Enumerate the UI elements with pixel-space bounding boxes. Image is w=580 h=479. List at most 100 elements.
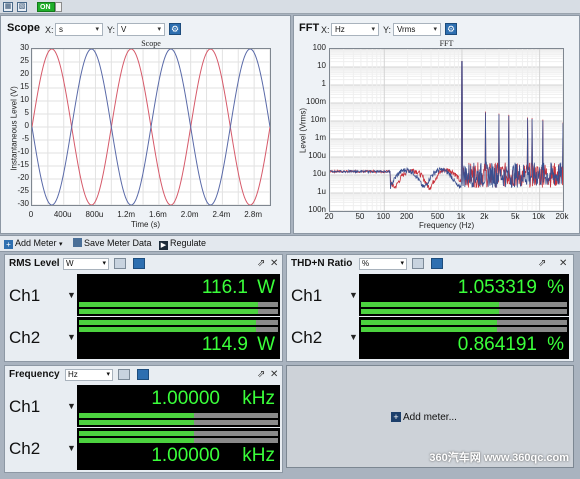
freq-ch1-dropdown-icon[interactable]: ▼ bbox=[67, 401, 76, 411]
regulate-label: Regulate bbox=[170, 238, 207, 248]
rms-ch1-unit: W bbox=[257, 277, 275, 298]
meter-toolbar: + Add Meter ▾ Save Meter Data ▶ Regulate bbox=[0, 235, 580, 252]
scope-x-unit-select[interactable]: s ▾ bbox=[55, 23, 103, 36]
thd-ch1-name: Ch1 bbox=[291, 286, 323, 305]
rms-ch2-bar-peak-fill bbox=[79, 327, 257, 332]
fft-y-tick-label: 100u bbox=[308, 151, 326, 160]
thd-unit-value: % bbox=[362, 259, 370, 268]
thd-ch1-dropdown-icon[interactable]: ▼ bbox=[349, 290, 358, 300]
scope-x-axis-label: Time (s) bbox=[131, 220, 161, 229]
scope-x-tick-label: 2.4m bbox=[212, 210, 231, 219]
rms-ch2-bar bbox=[79, 320, 278, 325]
thd-options-icon[interactable] bbox=[412, 258, 424, 269]
on-toggle[interactable]: ON bbox=[37, 2, 55, 12]
thd-ch1-bar-peak bbox=[361, 309, 567, 314]
thd-popout-icon[interactable]: ⇗ bbox=[538, 258, 546, 269]
freq-options-icon[interactable] bbox=[118, 369, 130, 380]
frequency-meter: Frequency Hz ▾ ⇗ ✕ Ch1 ▼ 1.00000 kHz Ch2 … bbox=[4, 365, 283, 473]
scope-y-tick-label: 25 bbox=[20, 56, 29, 65]
rms-popout-icon[interactable]: ⇗ bbox=[257, 258, 265, 269]
save-icon bbox=[73, 238, 82, 247]
thd-n-title: THD+N Ratio bbox=[291, 258, 353, 269]
freq-ch2-bar-peak-fill bbox=[79, 438, 195, 443]
chevron-down-icon: ▾ bbox=[371, 26, 375, 33]
freq-ch2-value: 1.00000 bbox=[151, 445, 220, 466]
fft-x-unit-value: Hz bbox=[335, 25, 345, 34]
rms-ch2-value: 114.9 bbox=[201, 334, 248, 355]
freq-ch2-display: 1.00000 kHz bbox=[77, 428, 280, 470]
layout-icon[interactable]: ▦ bbox=[3, 2, 13, 12]
freq-ch2-dropdown-icon[interactable]: ▼ bbox=[67, 443, 76, 453]
scope-chart-title: Scope bbox=[141, 39, 161, 48]
split-view-icon[interactable]: ▧ bbox=[17, 2, 27, 12]
thd-close-icon[interactable]: ✕ bbox=[559, 258, 567, 269]
freq-unit-select[interactable]: Hz ▾ bbox=[65, 369, 113, 381]
thd-unit-select[interactable]: % ▾ bbox=[359, 258, 407, 270]
save-meter-data-button[interactable]: Save Meter Data bbox=[73, 238, 152, 248]
fft-x-tick-label: 2k bbox=[480, 212, 489, 221]
fft-y-tick-label: 10m bbox=[310, 115, 326, 124]
scope-plot-area[interactable] bbox=[31, 48, 271, 206]
fft-x-label: X: bbox=[321, 25, 330, 35]
freq-settings-gear-icon[interactable] bbox=[137, 369, 149, 380]
rms-options-icon[interactable] bbox=[114, 258, 126, 269]
chevron-down-icon: ▾ bbox=[400, 260, 404, 267]
rms-unit-select[interactable]: W ▾ bbox=[63, 258, 109, 270]
rms-ch1-name: Ch1 bbox=[9, 286, 41, 305]
fft-y-unit-value: Vrms bbox=[397, 25, 416, 34]
thd-settings-gear-icon[interactable] bbox=[431, 258, 443, 269]
scope-x-unit-value: s bbox=[59, 25, 63, 34]
scope-settings-gear-icon[interactable]: ⚙ bbox=[169, 23, 181, 35]
rms-settings-gear-icon[interactable] bbox=[133, 258, 145, 269]
scope-chart bbox=[31, 48, 271, 206]
fft-y-tick-label: 1 bbox=[321, 79, 326, 88]
fft-chart-title: FFT bbox=[439, 39, 454, 48]
fft-chart bbox=[329, 48, 564, 212]
fft-x-tick-label: 20k bbox=[555, 212, 569, 221]
fft-y-label: Y: bbox=[383, 25, 392, 35]
fft-y-unit-select[interactable]: Vrms ▾ bbox=[393, 23, 441, 36]
fft-y-tick-label: 10 bbox=[317, 61, 326, 70]
fft-y-tick-label: 1u bbox=[317, 187, 326, 196]
play-icon: ▶ bbox=[159, 241, 168, 250]
add-meter-placeholder-button[interactable]: + Add meter... bbox=[391, 412, 457, 423]
add-meter-label: Add Meter bbox=[15, 238, 57, 248]
rms-level-title: RMS Level bbox=[9, 258, 60, 269]
rms-ch1-bar-fill bbox=[79, 302, 259, 307]
scope-title: Scope bbox=[7, 22, 41, 34]
fft-settings-gear-icon[interactable]: ⚙ bbox=[445, 23, 457, 35]
add-meter-placeholder: + Add meter... 360汽车网 www.360qc.com bbox=[286, 365, 574, 468]
thd-ch2-dropdown-icon[interactable]: ▼ bbox=[349, 332, 358, 342]
scope-x-tick-label: 2.0m bbox=[180, 210, 199, 219]
thd-ch1-bar-fill bbox=[361, 302, 500, 307]
thd-ch2-value: 0.864191 bbox=[457, 334, 537, 355]
fft-x-unit-select[interactable]: Hz ▾ bbox=[331, 23, 379, 36]
rms-ch1-dropdown-icon[interactable]: ▼ bbox=[67, 290, 76, 300]
toggle-knob[interactable] bbox=[55, 2, 62, 12]
thd-ch1-display: 1.053319 % bbox=[359, 274, 569, 316]
freq-ch1-unit: kHz bbox=[242, 388, 275, 409]
freq-popout-icon[interactable]: ⇗ bbox=[257, 369, 265, 380]
rms-close-icon[interactable]: ✕ bbox=[270, 258, 278, 269]
scope-y-tick-label: -30 bbox=[17, 199, 29, 208]
thd-n-ratio-meter: THD+N Ratio % ▾ ⇗ ✕ Ch1 ▼ 1.053319 % Ch2 … bbox=[286, 254, 574, 362]
rms-ch2-dropdown-icon[interactable]: ▼ bbox=[67, 332, 76, 342]
scope-y-unit-select[interactable]: V ▾ bbox=[117, 23, 165, 36]
freq-ch1-bar-peak bbox=[79, 420, 278, 425]
add-meter-button[interactable]: + Add Meter ▾ bbox=[4, 238, 63, 249]
rms-ch1-bar bbox=[79, 302, 278, 307]
freq-ch1-name: Ch1 bbox=[9, 397, 41, 416]
fft-plot-area[interactable] bbox=[329, 48, 564, 212]
thd-ch1-bar-peak-fill bbox=[361, 309, 500, 314]
fft-x-tick-label: 200 bbox=[399, 212, 414, 221]
rms-ch2-bar-fill bbox=[79, 320, 257, 325]
thd-ch2-bar-peak bbox=[361, 327, 567, 332]
rms-level-meter: RMS Level W ▾ ⇗ ✕ Ch1 ▼ 116.1 W Ch2 ▼ 114… bbox=[4, 254, 283, 362]
freq-close-icon[interactable]: ✕ bbox=[270, 369, 278, 380]
freq-ch2-bar bbox=[79, 431, 278, 436]
rms-ch2-unit: W bbox=[257, 334, 275, 355]
regulate-button[interactable]: ▶ Regulate bbox=[159, 238, 206, 250]
freq-ch2-name: Ch2 bbox=[9, 439, 41, 458]
scope-x-tick-label: 400u bbox=[53, 210, 72, 219]
rms-ch2-name: Ch2 bbox=[9, 328, 41, 347]
